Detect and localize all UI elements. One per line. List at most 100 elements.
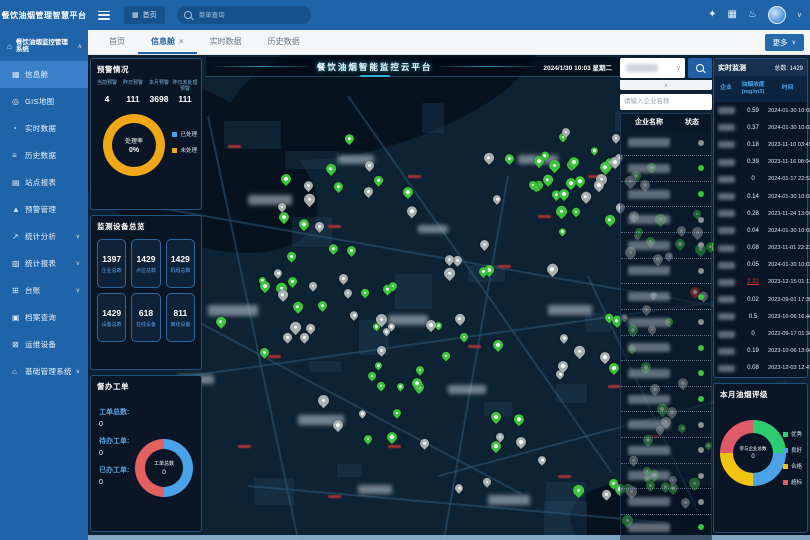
map-pin[interactable] — [607, 361, 621, 375]
enterprise-search-button[interactable] — [688, 58, 712, 78]
collapse-bar[interactable]: ∧ — [620, 80, 712, 90]
realtime-row[interactable]: 0.08 2023-11-01 22:23:00 — [714, 240, 807, 257]
enterprise-row[interactable] — [621, 131, 711, 157]
map-pin[interactable] — [405, 204, 420, 219]
map-pin[interactable] — [391, 408, 402, 419]
map-pin[interactable] — [503, 152, 516, 165]
map-pin[interactable] — [285, 250, 297, 262]
enterprise-row[interactable] — [621, 284, 711, 310]
map-pin[interactable] — [442, 266, 457, 281]
sidebar-item-history-data[interactable]: ≡ 历史数据 — [0, 142, 88, 169]
tab-首页[interactable]: 首页 — [96, 30, 138, 54]
map-pin[interactable] — [375, 381, 386, 392]
realtime-row[interactable]: 0.28 2023-11-24 13:00:00 — [714, 205, 807, 222]
map-pin[interactable] — [372, 174, 384, 186]
sidebar-item-dashboard[interactable]: ▦ 信息舱 — [0, 61, 88, 88]
sidebar-item-gis-map[interactable]: ◎ GIS地图 — [0, 88, 88, 115]
enterprise-row[interactable] — [621, 207, 711, 233]
map-pin[interactable] — [478, 238, 491, 251]
sidebar-item-alarm-management[interactable]: ▲ 预警管理 — [0, 196, 88, 223]
sidebar-item-archive-query[interactable]: ▣ 档案查询 — [0, 304, 88, 331]
enterprise-row[interactable] — [621, 336, 711, 362]
map-pin[interactable] — [367, 371, 378, 382]
map-pin[interactable] — [214, 315, 228, 329]
sidebar-item-station-report[interactable]: ▤ 站点报表 — [0, 169, 88, 196]
realtime-row[interactable]: 2.22 2023-12-15 01:11:00 — [714, 274, 807, 291]
realtime-row[interactable]: 0.59 2024-01-30 10:03:00 — [714, 102, 807, 119]
map-pin[interactable] — [348, 309, 360, 321]
map-pin[interactable] — [342, 288, 353, 299]
map-pin[interactable] — [332, 180, 345, 193]
map-pin[interactable] — [414, 364, 426, 376]
sidebar-item-device-ops[interactable]: ⊠ 运维设备 — [0, 331, 88, 358]
more-button[interactable]: 更多 ∨ — [765, 34, 804, 51]
map-pin[interactable] — [545, 262, 560, 277]
breadcrumb[interactable]: ▦ 首页 — [124, 6, 165, 24]
layout-icon[interactable]: ▦ — [727, 10, 736, 20]
notification-icon[interactable]: ♨ — [748, 10, 757, 20]
map-pin[interactable] — [512, 411, 527, 426]
sidebar-item-realtime-data[interactable]: ◔ 实时数据 — [0, 115, 88, 142]
theme-icon[interactable]: ✦ — [708, 10, 716, 20]
avatar[interactable] — [768, 6, 786, 24]
realtime-row[interactable]: 0.14 2024-01-30 10:03:00 — [714, 188, 807, 205]
enterprise-row[interactable] — [621, 438, 711, 464]
map-pin[interactable] — [558, 332, 570, 344]
sidebar-item-stat-report[interactable]: ▧ 统计报表∨ — [0, 250, 88, 277]
map-pin[interactable] — [453, 482, 465, 494]
enterprise-row[interactable] — [621, 361, 711, 387]
map-pin[interactable] — [453, 312, 467, 326]
map-pin[interactable] — [362, 433, 373, 444]
realtime-row[interactable]: 0.39 2023-11-16 08:04:00 — [714, 154, 807, 171]
map-pin[interactable] — [281, 331, 293, 343]
enterprise-row[interactable] — [621, 156, 711, 182]
enterprise-row[interactable] — [621, 387, 711, 413]
map-pin[interactable] — [316, 393, 331, 408]
enterprise-row[interactable] — [621, 259, 711, 285]
enterprise-name-input[interactable] — [620, 94, 712, 110]
map-pin[interactable] — [418, 438, 430, 450]
enterprise-row[interactable] — [621, 464, 711, 490]
map-pin[interactable] — [360, 288, 371, 299]
map-pin[interactable] — [558, 226, 568, 236]
realtime-row[interactable]: 0.18 2023-11-10 03:45:00 — [714, 136, 807, 153]
sidebar-item-ledger[interactable]: ⊞ 台账∨ — [0, 277, 88, 304]
map-pin[interactable] — [443, 253, 456, 266]
enterprise-row[interactable] — [621, 489, 711, 515]
map-pin[interactable] — [441, 350, 452, 361]
map-pin[interactable] — [459, 331, 470, 342]
close-icon[interactable]: × — [179, 37, 184, 46]
realtime-row[interactable]: 0.5 2023-10-06 16:44:00 — [714, 308, 807, 325]
map-pin[interactable] — [491, 338, 505, 352]
map-pin[interactable] — [385, 430, 399, 444]
tab-信息舱[interactable]: 信息舱× — [138, 30, 197, 54]
tab-实时数据[interactable]: 实时数据 — [197, 30, 255, 54]
realtime-row[interactable]: 0.37 2024-01-30 10:03:00 — [714, 119, 807, 136]
realtime-row[interactable]: 0.05 2024-01-30 10:03:00 — [714, 257, 807, 274]
map-pin[interactable] — [553, 204, 568, 219]
realtime-row[interactable]: 0.02 2023-09-01 17:39:00 — [714, 291, 807, 308]
map-pin[interactable] — [286, 276, 299, 289]
map-pin[interactable] — [603, 213, 617, 227]
chevron-down-icon[interactable]: ∨ — [797, 11, 802, 19]
realtime-row[interactable]: 0.04 2024-01-30 10:03:00 — [714, 222, 807, 239]
enterprise-row[interactable] — [621, 233, 711, 259]
map-pin[interactable] — [572, 344, 587, 359]
enterprise-row[interactable] — [621, 182, 711, 208]
map-pin[interactable] — [598, 350, 612, 364]
enterprise-dropdown[interactable]: ∨ — [620, 58, 685, 78]
map-pin[interactable] — [374, 361, 384, 371]
map-pin[interactable] — [570, 207, 581, 218]
map-pin[interactable] — [536, 455, 548, 467]
map-pin[interactable] — [337, 272, 350, 285]
hamburger-menu-icon[interactable] — [98, 11, 110, 20]
map-pin[interactable] — [362, 185, 375, 198]
map-pin[interactable] — [514, 435, 528, 449]
sidebar-item-stat-analysis[interactable]: ↗ 统计分析∨ — [0, 223, 88, 250]
enterprise-row[interactable] — [621, 412, 711, 438]
map-pin[interactable] — [316, 299, 329, 312]
realtime-row[interactable]: 0.19 2023-10-06 13:04:00 — [714, 343, 807, 360]
map-pin[interactable] — [273, 268, 285, 280]
map-pin[interactable] — [579, 190, 592, 203]
sidebar-item-base-system[interactable]: ⌂ 基础管理系统∨ — [0, 358, 88, 385]
